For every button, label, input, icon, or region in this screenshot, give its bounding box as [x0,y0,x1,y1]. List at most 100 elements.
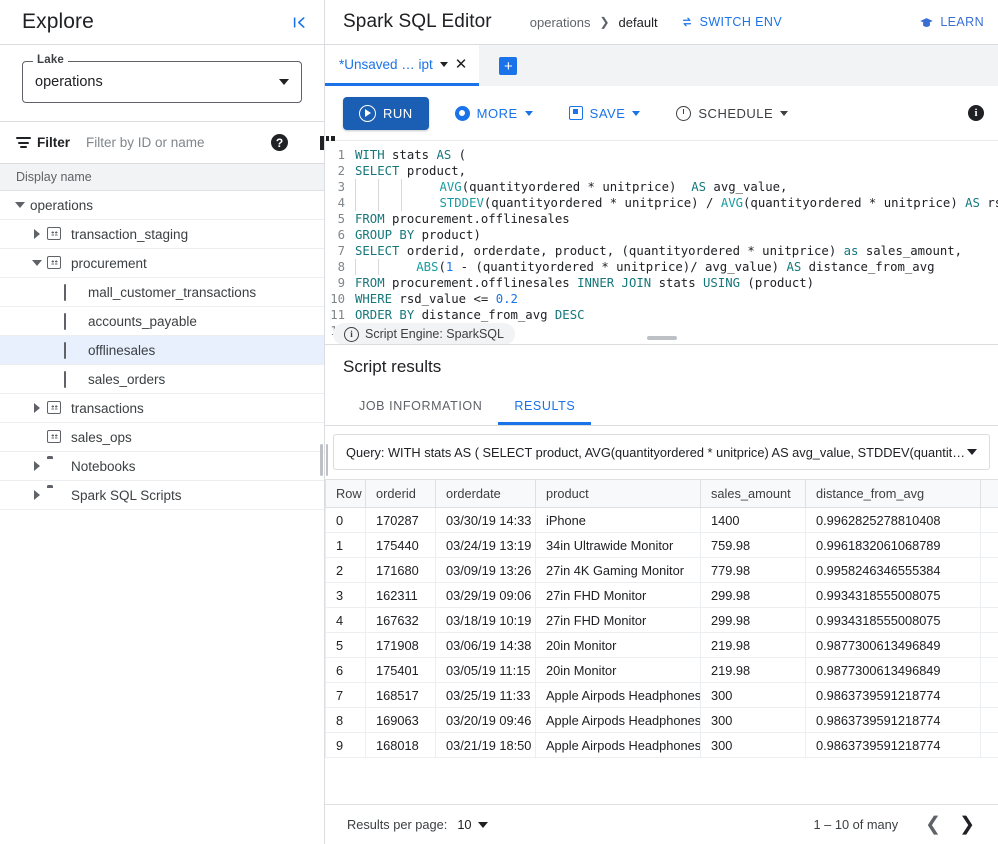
chevron-down-icon[interactable] [439,61,448,67]
sql-code-editor[interactable]: 1 WITH stats AS (2 SELECT product, 3 AVG(qu… [325,141,998,344]
table-cell [980,582,998,608]
expand-arrow-down-icon[interactable] [10,202,30,208]
column-header[interactable]: Row [325,479,366,508]
table-cell: 20in Monitor [535,632,701,658]
table-icon [64,313,80,330]
run-button[interactable]: RUN [343,96,429,130]
code-lines[interactable]: 1 WITH stats AS (2 SELECT product, 3 AVG(qu… [325,147,998,339]
table-cell: 171908 [365,632,436,658]
table-row[interactable]: 6 175401 03/05/19 11:15 20in Monitor 219.98 0… [325,657,998,683]
table-cell: Apple Airpods Headphones [535,732,701,758]
save-button[interactable]: SAVE [559,97,651,130]
tree-item-sales-orders[interactable]: sales_orders [0,365,324,394]
column-header[interactable]: orderid [365,479,436,508]
table-cell: 175401 [365,657,436,683]
tree-item-operations[interactable]: operations [0,191,324,220]
tree-item-sales-ops[interactable]: sales_ops [0,423,324,452]
expand-arrow-right-icon[interactable] [27,403,47,413]
table-row[interactable]: 7 168517 03/25/19 11:33 Apple Airpods Headp… [325,682,998,708]
expand-arrow-right-icon[interactable] [27,461,47,471]
switch-env-button[interactable]: SWITCH ENV [680,15,782,29]
code-line[interactable]: 10 WHERE rsd_value <= 0.2 [325,291,998,307]
table-row[interactable]: 5 171908 03/06/19 14:38 20in Monitor 219.98 0… [325,632,998,658]
learn-button[interactable]: LEARN [919,15,984,30]
filter-icon[interactable] [16,137,31,148]
table-cell: 167632 [365,607,436,633]
tree-item-accounts-payable[interactable]: accounts_payable [0,307,324,336]
table-cell: 0.9934318555008075 [805,582,981,608]
table-cell: 168018 [365,732,436,758]
table-row[interactable]: 9 168018 03/21/19 18:50 Apple Airpods Headp… [325,732,998,758]
filter-input[interactable] [84,134,266,151]
expand-arrow-right-icon[interactable] [27,229,47,239]
column-header[interactable]: distance_from_avg [805,479,981,508]
table-row[interactable]: 2 171680 03/09/19 13:26 27in 4K Gaming Moni… [325,557,998,583]
table-row[interactable]: 8 169063 03/20/19 09:46 Apple Airpods Headp… [325,707,998,733]
column-header[interactable]: sales_amount [700,479,806,508]
code-line[interactable]: 3 AVG(quantityordered * unitprice) AS av… [325,179,998,195]
chevron-down-icon [780,110,789,116]
table-cell: 171680 [365,557,436,583]
schedule-button[interactable]: SCHEDULE [666,97,798,130]
table-row[interactable]: 4 167632 03/18/19 10:19 27in FHD Monitor 299… [325,607,998,633]
more-button[interactable]: MORE [445,97,543,130]
expand-arrow-right-icon[interactable] [27,490,47,500]
column-header[interactable]: product [535,479,701,508]
results-per-page-select[interactable]: 10 [447,817,488,832]
table-cell: 0.9958246346555384 [805,557,981,583]
code-line[interactable]: 6 GROUP BY product) [325,227,998,243]
tree-item-spark-sql-scripts[interactable]: Spark SQL Scripts [0,481,324,510]
breadcrumb-root[interactable]: operations [530,15,591,30]
run-label: RUN [383,105,413,121]
table-cell [980,607,998,633]
code-line[interactable]: 7 SELECT orderid, orderdate, product, (qu… [325,243,998,259]
save-disk-icon [568,106,583,120]
results-table-wrap[interactable]: Row orderid orderdate product sales_amount di… [325,470,998,804]
table-cell: 219.98 [700,657,806,683]
code-line[interactable]: 1 WITH stats AS ( [325,147,998,163]
help-icon[interactable]: ? [271,134,289,151]
lake-select[interactable]: Lake operations [22,54,302,103]
code-text: FROM procurement.offlinesales INNER JOIN… [355,276,815,290]
query-select[interactable]: Query: WITH stats AS ( SELECT product, A… [333,434,990,470]
chevron-left-icon[interactable]: ❮ [916,815,950,834]
chevron-right-icon[interactable]: ❯ [950,815,984,834]
tab-job-information[interactable]: JOB INFORMATION [343,389,498,425]
tree-item-offlinesales[interactable]: offlinesales [0,336,324,365]
info-icon[interactable]: i [968,105,984,121]
expand-arrow-down-icon[interactable] [27,260,47,266]
tree-item-procurement[interactable]: procurement [0,249,324,278]
column-header[interactable] [980,479,998,508]
tab-results[interactable]: RESULTS [498,389,592,425]
editor-resize-handle[interactable] [646,336,677,340]
tree-item-label: sales_orders [88,371,166,387]
code-line[interactable]: 2 SELECT product, [325,163,998,179]
tree-item-notebooks[interactable]: Notebooks [0,452,324,481]
table-cell: 20in Monitor [535,657,701,683]
code-line[interactable]: 9 FROM procurement.offlinesales INNER JOI… [325,275,998,291]
tree-item-label: operations [30,197,94,213]
table-row[interactable]: 1 175440 03/24/19 13:19 34in Ultrawide Moni… [325,532,998,558]
tab-unsaved-script[interactable]: *Unsaved … ipt ✕ [325,45,480,86]
code-line[interactable]: 4 STDDEV(quantityordered * unitprice) / … [325,195,998,211]
code-line[interactable]: 5 FROM procurement.offlinesales [325,211,998,227]
chevron-down-icon [477,821,488,828]
table-row[interactable]: 0 170287 03/30/19 14:33 iPhone 1400 0.9962825… [325,507,998,533]
table-cell [980,632,998,658]
table-cell: 03/06/19 14:38 [435,632,536,658]
add-tab-button[interactable]: + [499,57,518,75]
panel-splitter[interactable] [316,440,332,480]
tree-item-transactions[interactable]: transactions [0,394,324,423]
code-line[interactable]: 8 ABS(1 - (quantityordered * unitprice)/… [325,259,998,275]
breadcrumb-separator-icon: ❯ [599,15,610,29]
tree-item-mall-customer-transactions[interactable]: mall_customer_transactions [0,278,324,307]
tree-item-transaction-staging[interactable]: transaction_staging [0,220,324,249]
close-icon[interactable]: ✕ [455,57,468,72]
tree-item-label: sales_ops [71,429,132,445]
code-line[interactable]: 11 ORDER BY distance_from_avg DESC [325,307,998,323]
collapse-left-icon[interactable] [291,14,308,31]
column-header[interactable]: orderdate [435,479,536,508]
code-text: WITH stats AS ( [355,148,467,162]
table-row[interactable]: 3 162311 03/29/19 09:06 27in FHD Monitor 299… [325,582,998,608]
results-range: 1 – 10 of many [813,817,899,832]
